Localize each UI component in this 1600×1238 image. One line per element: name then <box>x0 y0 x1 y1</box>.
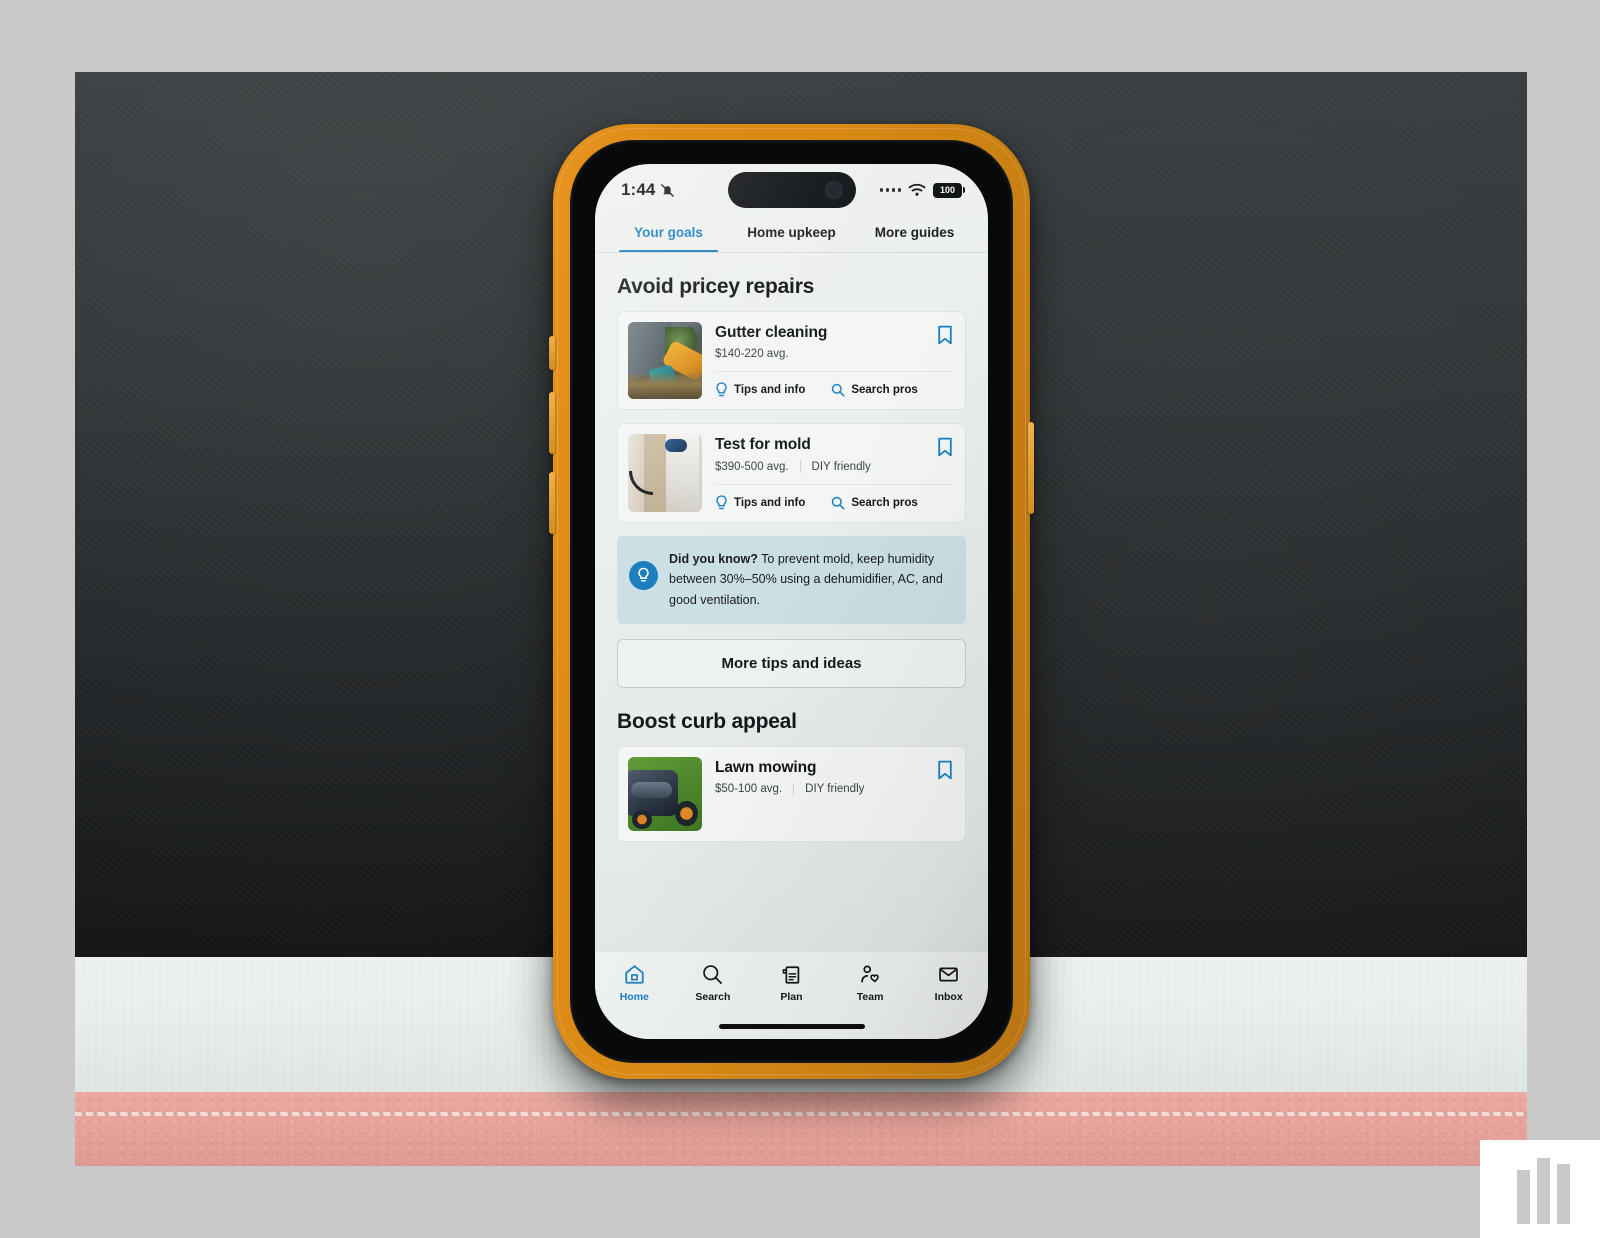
action-search-pros[interactable]: Search pros <box>831 495 918 511</box>
battery-indicator: 100 <box>933 182 965 198</box>
lightbulb-icon <box>629 561 658 590</box>
tabbar-item-home[interactable]: Home <box>595 963 674 1003</box>
card-price: $390-500 avg. <box>715 460 789 473</box>
tabbar-label: Plan <box>780 991 803 1003</box>
signal-dots-icon <box>879 188 901 192</box>
card-gutter-cleaning[interactable]: Gutter cleaning $140-220 avg. Tips and i… <box>617 311 966 410</box>
status-indicators: 100 <box>879 182 965 198</box>
tab-home-upkeep[interactable]: Home upkeep <box>730 216 853 253</box>
section-title-boost-curb-appeal: Boost curb appeal <box>617 709 797 733</box>
bookmark-icon[interactable] <box>937 437 953 457</box>
search-icon <box>703 965 723 984</box>
background-leather-band <box>75 1092 1527 1166</box>
bookmark-icon[interactable] <box>937 760 953 780</box>
card-title: Gutter cleaning <box>715 324 828 341</box>
tab-label: Home upkeep <box>747 225 836 240</box>
more-tips-and-ideas-button[interactable]: More tips and ideas <box>617 638 966 688</box>
card-badge: DIY friendly <box>805 783 865 796</box>
bell-slash-icon <box>661 183 675 197</box>
tabbar-item-search[interactable]: Search <box>674 963 753 1003</box>
status-clock: 1:44 <box>621 180 675 200</box>
action-tips-and-info[interactable]: Tips and info <box>715 495 805 511</box>
card-actions: Tips and info Search pros <box>715 371 953 409</box>
home-indicator[interactable] <box>718 1024 865 1029</box>
card-meta: $390-500 avg. DIY friendly <box>715 460 871 473</box>
home-icon <box>625 965 644 984</box>
action-label: Search pros <box>851 497 918 509</box>
content-scroll-area[interactable]: Avoid pricey repairs Gutter cleaning $14… <box>595 275 988 965</box>
bottom-tab-bar: Home Search Plan Team Inbox <box>595 951 988 1039</box>
tabbar-label: Inbox <box>934 991 963 1003</box>
action-tips-and-info[interactable]: Tips and info <box>715 382 805 398</box>
did-you-know-text: Did you know? To prevent mold, keep humi… <box>669 549 952 610</box>
tabbar-label: Home <box>619 991 649 1003</box>
phone-bezel: 1:44 100 Your goals Home upkeep More gui… <box>570 140 1013 1063</box>
lightbulb-icon <box>716 495 727 510</box>
top-tab-bar: Your goals Home upkeep More guides <box>595 216 988 253</box>
gutter-cleaning-photo <box>628 322 702 399</box>
card-title: Lawn mowing <box>715 758 817 776</box>
tabbar-label: Team <box>856 991 884 1003</box>
tabbar-item-plan[interactable]: Plan <box>752 963 831 1003</box>
did-you-know-lead: Did you know? <box>669 552 758 566</box>
card-badge: DIY friendly <box>811 460 871 473</box>
battery-level: 100 <box>939 185 956 195</box>
card-test-for-mold[interactable]: Test for mold $390-500 avg. DIY friendly <box>617 423 966 523</box>
action-label: Tips and info <box>734 384 806 396</box>
product-photo: 1:44 100 Your goals Home upkeep More gui… <box>75 72 1527 1166</box>
power-button[interactable] <box>1028 422 1034 514</box>
action-label: Search pros <box>851 384 918 396</box>
card-actions: Tips and info Search pros <box>715 484 953 522</box>
did-you-know-banner: Did you know? To prevent mold, keep humi… <box>617 536 966 624</box>
volume-down-button[interactable] <box>549 472 555 534</box>
document-icon <box>782 966 800 984</box>
tab-label: Your goals <box>634 225 703 240</box>
volume-up-button[interactable] <box>549 392 555 454</box>
tabbar-label: Search <box>695 991 731 1003</box>
mold-testing-photo <box>628 434 702 512</box>
tabbar-item-team[interactable]: Team <box>831 963 910 1003</box>
card-lawn-mowing[interactable]: Lawn mowing $50-100 avg. DIY friendly <box>617 745 966 842</box>
smartphone: 1:44 100 Your goals Home upkeep More gui… <box>549 124 1034 1079</box>
bookmark-icon[interactable] <box>937 325 953 345</box>
phone-screen: 1:44 100 Your goals Home upkeep More gui… <box>595 164 988 1039</box>
lawn-mowing-photo <box>628 756 702 831</box>
dynamic-island <box>727 172 856 208</box>
card-meta: $140-220 avg. <box>715 348 827 360</box>
meta-divider <box>799 460 801 473</box>
wifi-icon <box>908 183 926 196</box>
card-title: Test for mold <box>715 436 811 453</box>
leather-stitching <box>75 1112 1527 1116</box>
meta-divider <box>793 782 795 796</box>
tabbar-item-inbox[interactable]: Inbox <box>909 963 988 1003</box>
watermark-logo <box>1500 1148 1586 1224</box>
tab-more-guides[interactable]: More guides <box>853 216 976 253</box>
action-label: Tips and info <box>734 497 806 509</box>
section-title-avoid-pricey-repairs: Avoid pricey repairs <box>617 275 815 298</box>
card-price: $140-220 avg. <box>715 348 789 360</box>
envelope-icon <box>939 967 958 982</box>
card-meta: $50-100 avg. DIY friendly <box>715 782 865 796</box>
search-icon <box>832 496 845 510</box>
status-bar: 1:44 100 <box>595 164 988 216</box>
tab-label: More guides <box>874 225 955 240</box>
lightbulb-icon <box>716 382 727 397</box>
front-camera <box>824 181 843 199</box>
search-icon <box>832 383 845 397</box>
person-heart-icon <box>860 965 879 983</box>
mute-switch[interactable] <box>549 336 555 370</box>
tab-your-goals[interactable]: Your goals <box>607 216 730 253</box>
action-search-pros[interactable]: Search pros <box>831 382 918 398</box>
card-price: $50-100 avg. <box>715 783 783 796</box>
clock-time: 1:44 <box>621 180 656 199</box>
